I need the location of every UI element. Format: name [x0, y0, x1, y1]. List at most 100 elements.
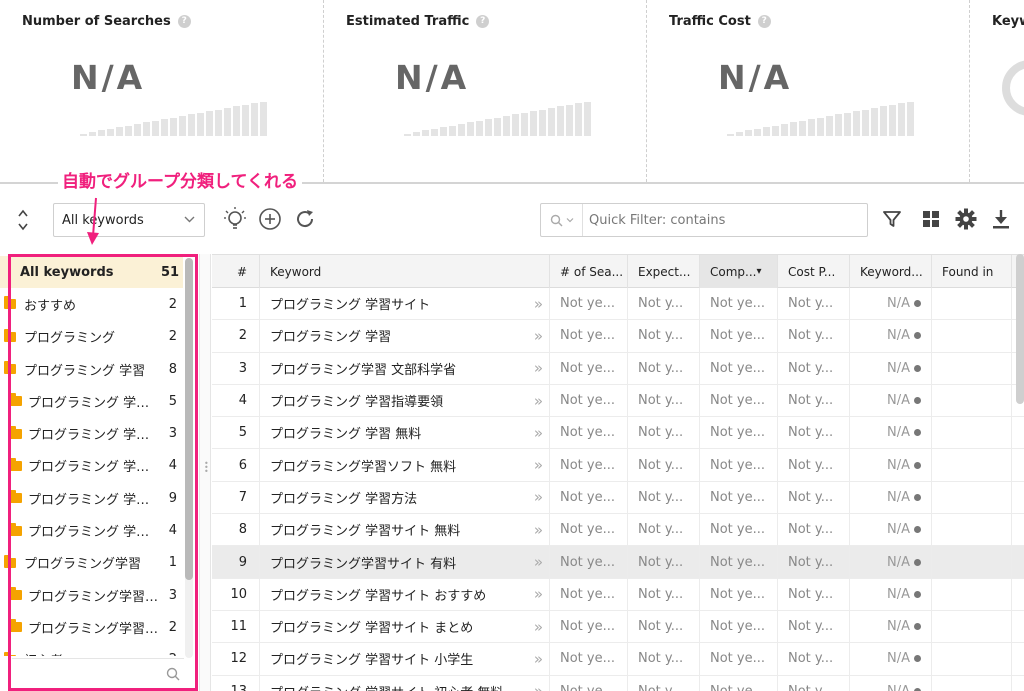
table-row[interactable]: 8 プログラミング 学習サイト 無料» Not ye... Not y... Not y…: [212, 514, 1024, 547]
keyword-cell[interactable]: プログラミング 学習サイト 小学生 »: [260, 643, 550, 675]
expand-keyword-icon[interactable]: »: [534, 359, 543, 377]
keyword-group-count: 3: [168, 426, 177, 442]
drag-handle-icon[interactable]: • • •: [204, 460, 209, 476]
header-col-cost-per-click[interactable]: Cost P...: [778, 255, 850, 288]
keyword-group-select[interactable]: All keywords: [53, 203, 205, 237]
keyword-group-item[interactable]: プログラミング学習 ... 2: [0, 611, 183, 643]
keyword-group-count: 5: [168, 393, 177, 409]
table-row[interactable]: 10 プログラミング 学習サイト おすすめ» Not ye... Not y... No…: [212, 578, 1024, 611]
spark-bar: [566, 105, 573, 136]
gear-icon[interactable]: [953, 206, 979, 232]
header-col-index[interactable]: #: [212, 255, 260, 288]
expand-keyword-icon[interactable]: »: [534, 456, 543, 474]
spark-bar: [521, 113, 528, 136]
keyword-group-item[interactable]: プログラミング学習 ... 3: [0, 579, 183, 611]
add-circle-icon[interactable]: [257, 206, 283, 232]
spark-bar: [134, 124, 141, 136]
keyword-group-item[interactable]: 初心者2: [0, 644, 183, 656]
table-row[interactable]: 9 プログラミング学習サイト 有料» Not ye... Not y... Not ye…: [212, 546, 1024, 579]
header-col-expected-traffic[interactable]: Expect...: [628, 255, 700, 288]
keyword-group-item[interactable]: プログラミング 2: [0, 321, 183, 353]
keyword-cell[interactable]: プログラミング 学習 無料 »: [260, 417, 550, 449]
table-row[interactable]: 1 プログラミング 学習サイト» Not ye... Not y... Not ye..…: [212, 288, 1024, 321]
spark-bar: [835, 114, 842, 136]
header-col-searches[interactable]: # of Sea...: [550, 255, 628, 288]
expand-collapse-icon[interactable]: [14, 208, 32, 232]
sort-caret-icon[interactable]: ▾: [756, 266, 761, 277]
grid-view-icon[interactable]: [918, 206, 944, 232]
panel-splitter[interactable]: • • •: [199, 254, 211, 691]
searches-cell: Not ye...: [550, 288, 628, 320]
expand-keyword-icon[interactable]: »: [534, 553, 543, 571]
cost-per-click-cell: Not y...: [778, 352, 850, 384]
table-scrollbar[interactable]: [1016, 254, 1024, 404]
keyword-cell[interactable]: プログラミング 学習サイト 初心者 無料 »: [260, 675, 550, 691]
expand-keyword-icon[interactable]: »: [534, 521, 543, 539]
table-row[interactable]: 3 プログラミング学習 文部科学省» Not ye... Not y... Not ye…: [212, 352, 1024, 385]
select-value: All keywords: [62, 213, 144, 228]
lightbulb-icon[interactable]: [222, 206, 248, 232]
expand-keyword-icon[interactable]: »: [534, 650, 543, 668]
keyword-cell[interactable]: プログラミング 学習方法 »: [260, 481, 550, 514]
keyword-cell[interactable]: プログラミング 学習 »: [260, 320, 550, 352]
keyword-cell[interactable]: プログラミング学習 文部科学省 »: [260, 352, 550, 384]
keyword-cell[interactable]: プログラミング 学習サイト まとめ »: [260, 610, 550, 643]
header-col-keyword[interactable]: Keyword: [260, 255, 550, 288]
searches-cell: Not ye...: [550, 417, 628, 449]
filter-icon[interactable]: [879, 206, 905, 232]
header-col-competition[interactable]: Comp... ▾: [700, 255, 778, 288]
table-row[interactable]: 13プログラミング 学習サイト 初心者 無料»Not ye...Not y...…: [212, 675, 1024, 691]
keyword-difficulty-value: N/A: [887, 425, 910, 441]
keyword-difficulty-cell: N/A: [850, 288, 932, 320]
sidebar-scrollbar[interactable]: [185, 258, 193, 658]
help-icon[interactable]: ?: [757, 15, 771, 28]
keyword-group-item[interactable]: プログラミング 学習... 4: [0, 514, 183, 546]
scrollbar-thumb[interactable]: [185, 258, 193, 580]
quick-filter-input[interactable]: [589, 210, 859, 230]
sidebar-search[interactable]: [12, 658, 184, 688]
keyword-group-item[interactable]: プログラミング学習 1: [0, 547, 183, 579]
table-row[interactable]: 4 プログラミング 学習指導要領» Not ye... Not y... Not ye.…: [212, 384, 1024, 418]
header-col-keyword-difficulty[interactable]: Keyword...: [850, 255, 932, 288]
keyword-group-item[interactable]: All keywords 51: [0, 256, 183, 289]
keyword-cell[interactable]: プログラミング 学習指導要領 »: [260, 384, 550, 417]
help-icon[interactable]: ?: [476, 15, 490, 28]
refresh-icon[interactable]: [292, 206, 318, 232]
keyword-group-item[interactable]: プログラミング 学習... 4: [0, 450, 183, 482]
expand-keyword-icon[interactable]: »: [534, 618, 543, 636]
searches-cell: Not ye...: [550, 514, 628, 546]
searches-cell: Not ye...: [550, 384, 628, 417]
keyword-cell[interactable]: プログラミング 学習サイト 無料 »: [260, 514, 550, 546]
expand-keyword-icon[interactable]: »: [534, 295, 543, 313]
expand-keyword-icon[interactable]: »: [534, 585, 543, 603]
expand-keyword-icon[interactable]: »: [534, 392, 543, 410]
header-col-found-in[interactable]: Found in: [932, 255, 1012, 288]
expand-keyword-icon[interactable]: »: [534, 488, 543, 506]
keyword-group-item[interactable]: プログラミング 学習... 9: [0, 482, 183, 514]
help-icon[interactable]: ?: [177, 15, 191, 28]
filter-search-dropdown[interactable]: [541, 204, 583, 236]
table-row[interactable]: 12 プログラミング 学習サイト 小学生» Not ye... Not y... Not…: [212, 643, 1024, 676]
table-row[interactable]: 11 プログラミング 学習サイト まとめ» Not ye... Not y... Not…: [212, 610, 1024, 644]
keyword-cell[interactable]: プログラミング 学習サイト »: [260, 288, 550, 320]
keyword-cell[interactable]: プログラミング学習サイト 有料 »: [260, 546, 550, 578]
keyword-group-item[interactable]: プログラミング 学習 8: [0, 353, 183, 385]
quick-filter[interactable]: [540, 203, 868, 237]
keyword-group-item[interactable]: プログラミング 学習 ... 5: [0, 385, 183, 417]
folder-icon: [10, 522, 22, 536]
expand-keyword-icon[interactable]: »: [534, 327, 543, 345]
search-icon[interactable]: [166, 667, 180, 681]
keyword-cell[interactable]: プログラミング 学習サイト おすすめ »: [260, 578, 550, 610]
keyword-cell[interactable]: プログラミング学習ソフト 無料 »: [260, 449, 550, 481]
expand-keyword-icon[interactable]: »: [534, 424, 543, 442]
keyword-group-item[interactable]: プログラミング 学習 ... 3: [0, 417, 183, 449]
annotation-callout: 自動でグループ分類してくれる: [58, 170, 302, 194]
table-row[interactable]: 7 プログラミング 学習方法» Not ye... Not y... Not ye...…: [212, 481, 1024, 515]
expand-keyword-icon[interactable]: »: [534, 682, 543, 691]
table-row[interactable]: 6 プログラミング学習ソフト 無料» Not ye... Not y... Not ye…: [212, 449, 1024, 482]
download-icon[interactable]: [988, 206, 1014, 232]
table-row[interactable]: 5 プログラミング 学習 無料» Not ye... Not y... Not ye..…: [212, 417, 1024, 450]
spark-bar: [458, 124, 465, 136]
keyword-group-item[interactable]: おすすめ 2: [0, 288, 183, 320]
table-row[interactable]: 2 プログラミング 学習» Not ye... Not y... Not ye... No…: [212, 320, 1024, 353]
